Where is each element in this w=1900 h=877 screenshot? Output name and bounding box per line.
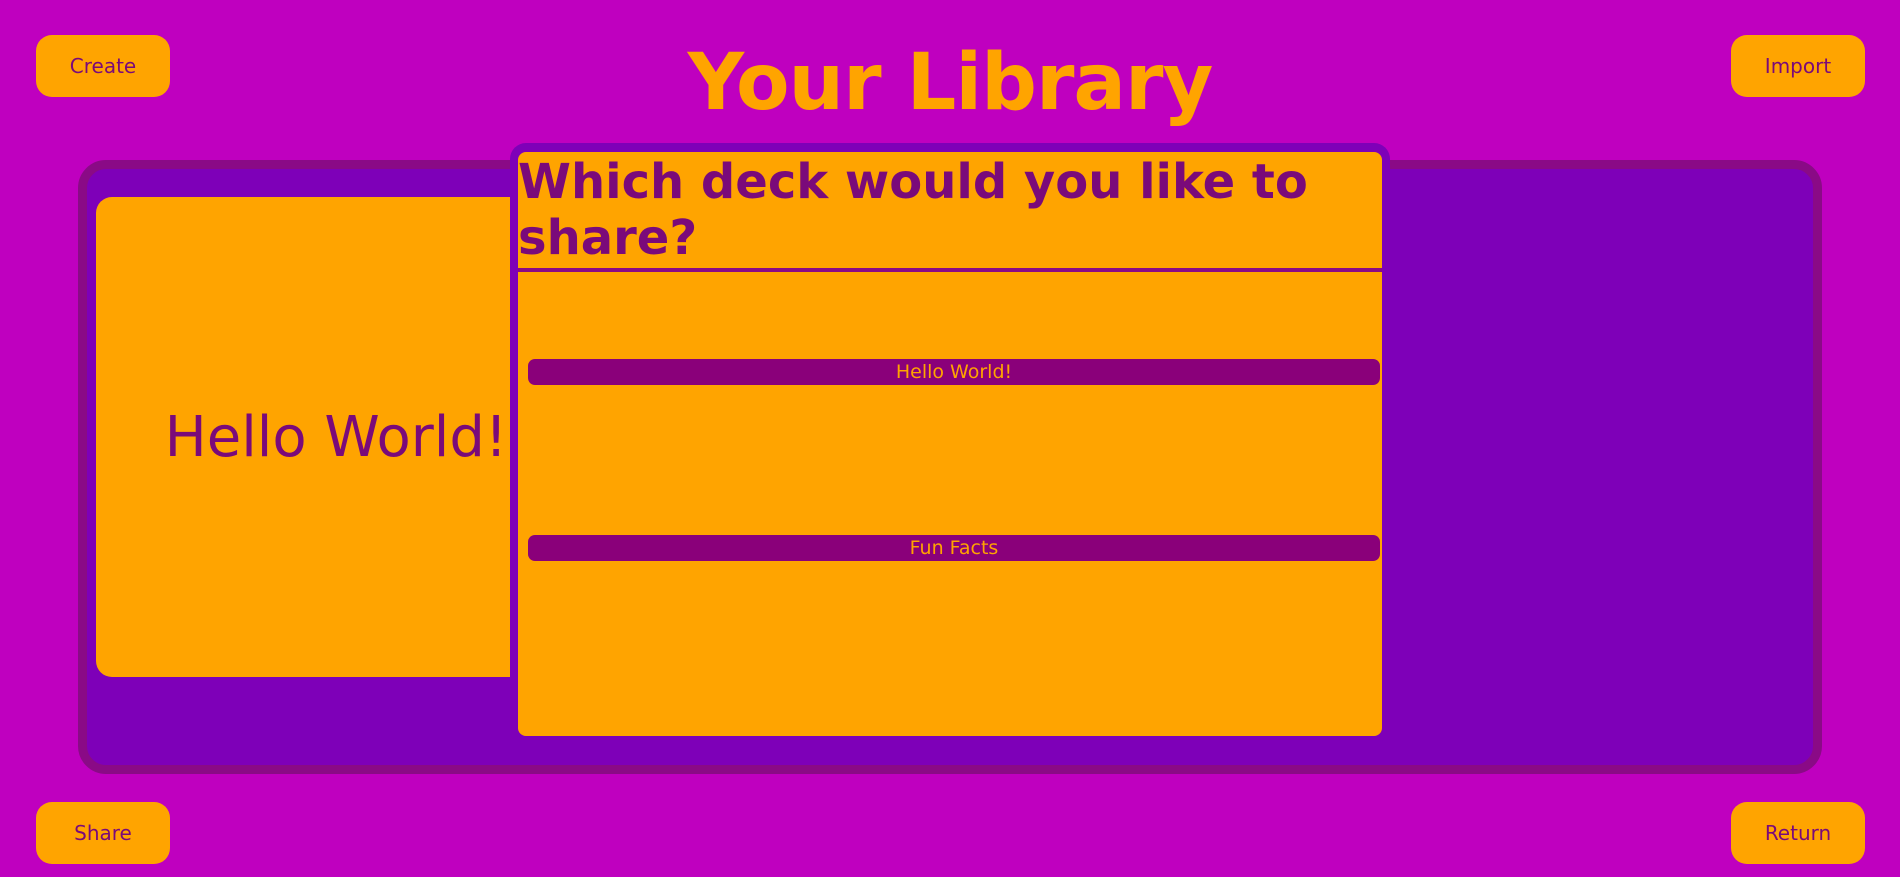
deck-option-fun-facts[interactable]: Fun Facts <box>528 535 1380 561</box>
page-title: Your Library <box>687 38 1214 128</box>
share-deck-modal-body: Which deck would you like to share? <box>518 152 1382 736</box>
return-button[interactable]: Return <box>1731 802 1865 864</box>
modal-title: Which deck would you like to share? <box>518 154 1308 266</box>
share-deck-modal: Which deck would you like to share? <box>510 143 1390 743</box>
deck-card-title: Hello World! <box>164 404 508 470</box>
modal-header: Which deck would you like to share? <box>518 152 1382 272</box>
deck-card[interactable]: Hello World! <box>96 197 536 677</box>
deck-option-hello-world[interactable]: Hello World! <box>528 359 1380 385</box>
share-button[interactable]: Share <box>36 802 170 864</box>
